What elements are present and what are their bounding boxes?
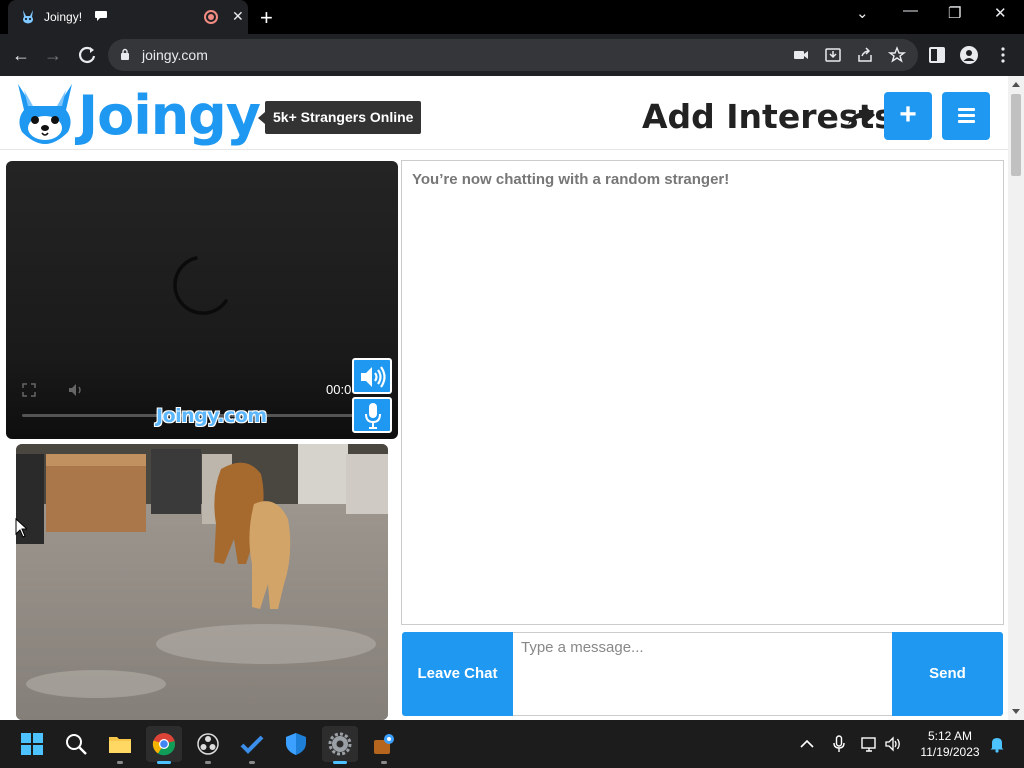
microphone-tray-icon[interactable] — [830, 735, 848, 753]
volume-icon[interactable] — [884, 735, 902, 753]
clock-time: 5:12 AM — [927, 729, 973, 743]
profile-avatar-icon[interactable] — [960, 46, 978, 64]
bookmark-star-icon[interactable] — [888, 46, 906, 64]
curved-arrow-icon — [848, 107, 875, 124]
send-button[interactable]: Send — [892, 632, 1003, 716]
page-content: Joingy 5k+ Strangers Online Add Interest… — [0, 76, 1008, 720]
stranger-video-player[interactable]: 00:0 Joingy.com — [6, 161, 398, 439]
browser-tab-strip: Joingy! ✕ + ⌄ — ❐ ✕ — [0, 0, 1024, 34]
notification-bell-icon[interactable] — [988, 735, 1006, 753]
scrollbar-thumb[interactable] — [1011, 94, 1021, 176]
new-tab-button[interactable]: + — [260, 5, 273, 31]
obs-icon — [197, 733, 219, 755]
mouse-cursor-icon — [15, 518, 27, 538]
back-arrow-icon[interactable]: ← — [10, 44, 32, 66]
browser-menu-kebab-icon[interactable] — [994, 46, 1012, 64]
running-indicator — [249, 761, 255, 764]
menu-icon-bar — [958, 120, 975, 123]
windows-logo-icon — [21, 733, 43, 755]
chat-log: You’re now chatting with a random strang… — [401, 160, 1004, 625]
taskbar-obs[interactable] — [190, 726, 226, 764]
joingy-logo-text[interactable]: Joingy — [78, 78, 261, 154]
camera-in-use-icon[interactable] — [792, 46, 810, 64]
app-icon — [374, 734, 394, 754]
install-app-icon[interactable] — [824, 46, 842, 64]
self-camera-feed — [16, 444, 388, 720]
side-panel-icon[interactable] — [928, 46, 946, 64]
taskbar-other-app[interactable] — [366, 726, 402, 764]
running-indicator — [381, 761, 387, 764]
search-icon — [66, 734, 87, 755]
url-text: joingy.com — [142, 47, 208, 63]
tab-search-chevron-icon[interactable]: ⌄ — [856, 4, 869, 22]
window-close-icon[interactable]: ✕ — [994, 4, 1007, 22]
tab-title: Joingy! — [44, 10, 83, 24]
taskbar-defender[interactable] — [278, 726, 314, 762]
folder-icon — [109, 737, 131, 753]
checkmark-icon — [240, 735, 264, 754]
windows-taskbar: 5:12 AM 11/19/2023 — [0, 720, 1024, 768]
scroll-down-arrow-icon[interactable] — [1012, 709, 1020, 714]
online-count-badge: 5k+ Strangers Online — [257, 101, 422, 134]
taskbar-search-button[interactable] — [58, 726, 94, 762]
running-indicator — [117, 761, 123, 764]
tab-close-icon[interactable]: ✕ — [232, 8, 244, 25]
menu-icon-bar — [958, 108, 975, 111]
clock-date: 11/19/2023 — [920, 745, 980, 759]
leave-chat-button[interactable]: Leave Chat — [402, 632, 513, 716]
taskbar-file-explorer[interactable] — [102, 726, 138, 764]
reload-icon[interactable] — [76, 44, 98, 66]
message-input[interactable] — [513, 632, 892, 716]
speaker-icon — [361, 366, 386, 388]
system-clock[interactable]: 5:12 AM 11/19/2023 — [918, 728, 982, 760]
running-indicator — [157, 761, 171, 764]
running-indicator — [333, 761, 347, 764]
forward-arrow-icon[interactable]: → — [42, 44, 64, 66]
menu-icon-bar — [958, 114, 975, 117]
microphone-toggle-button[interactable] — [352, 397, 392, 433]
page-scrollbar[interactable] — [1008, 76, 1024, 720]
fullscreen-icon[interactable] — [22, 383, 36, 397]
site-header: Joingy 5k+ Strangers Online Add Interest… — [0, 76, 1008, 150]
plus-icon: + — [899, 98, 917, 131]
share-icon[interactable] — [856, 46, 874, 64]
camera-scene-image — [16, 444, 388, 720]
hamburger-menu-button[interactable] — [942, 92, 990, 140]
speaker-toggle-button[interactable] — [352, 358, 392, 394]
loading-spinner-icon — [173, 256, 228, 315]
taskbar-todo[interactable] — [234, 726, 270, 764]
tray-overflow-chevron-icon[interactable] — [798, 735, 816, 753]
address-bar[interactable]: joingy.com — [108, 39, 918, 71]
restore-icon[interactable]: ❐ — [948, 4, 961, 22]
volume-muted-icon[interactable] — [68, 383, 86, 397]
joingy-favicon-icon — [23, 10, 33, 24]
taskbar-chrome[interactable] — [146, 726, 182, 764]
taskbar-settings[interactable] — [322, 726, 358, 764]
scroll-up-arrow-icon[interactable] — [1012, 82, 1020, 87]
gear-icon — [328, 732, 352, 756]
speech-bubble-icon — [95, 11, 107, 21]
minimize-icon[interactable]: — — [903, 2, 918, 19]
lock-icon[interactable] — [120, 48, 130, 61]
shield-icon — [286, 733, 306, 755]
joingy-bunny-logo-icon[interactable] — [14, 82, 76, 144]
video-time-display: 00:0 — [326, 382, 352, 397]
browser-toolbar: ← → joingy.com — [0, 34, 1024, 76]
browser-tab[interactable]: Joingy! ✕ — [8, 0, 248, 34]
start-button[interactable] — [14, 726, 50, 762]
running-indicator — [205, 761, 211, 764]
chrome-icon — [152, 733, 176, 756]
recording-indicator-icon — [204, 10, 218, 24]
joingy-watermark: Joingy.com — [156, 405, 267, 427]
network-icon[interactable] — [860, 735, 878, 753]
add-interests-button[interactable]: + — [884, 92, 932, 140]
chat-status-message: You’re now chatting with a random strang… — [412, 171, 730, 188]
microphone-icon — [365, 403, 381, 429]
